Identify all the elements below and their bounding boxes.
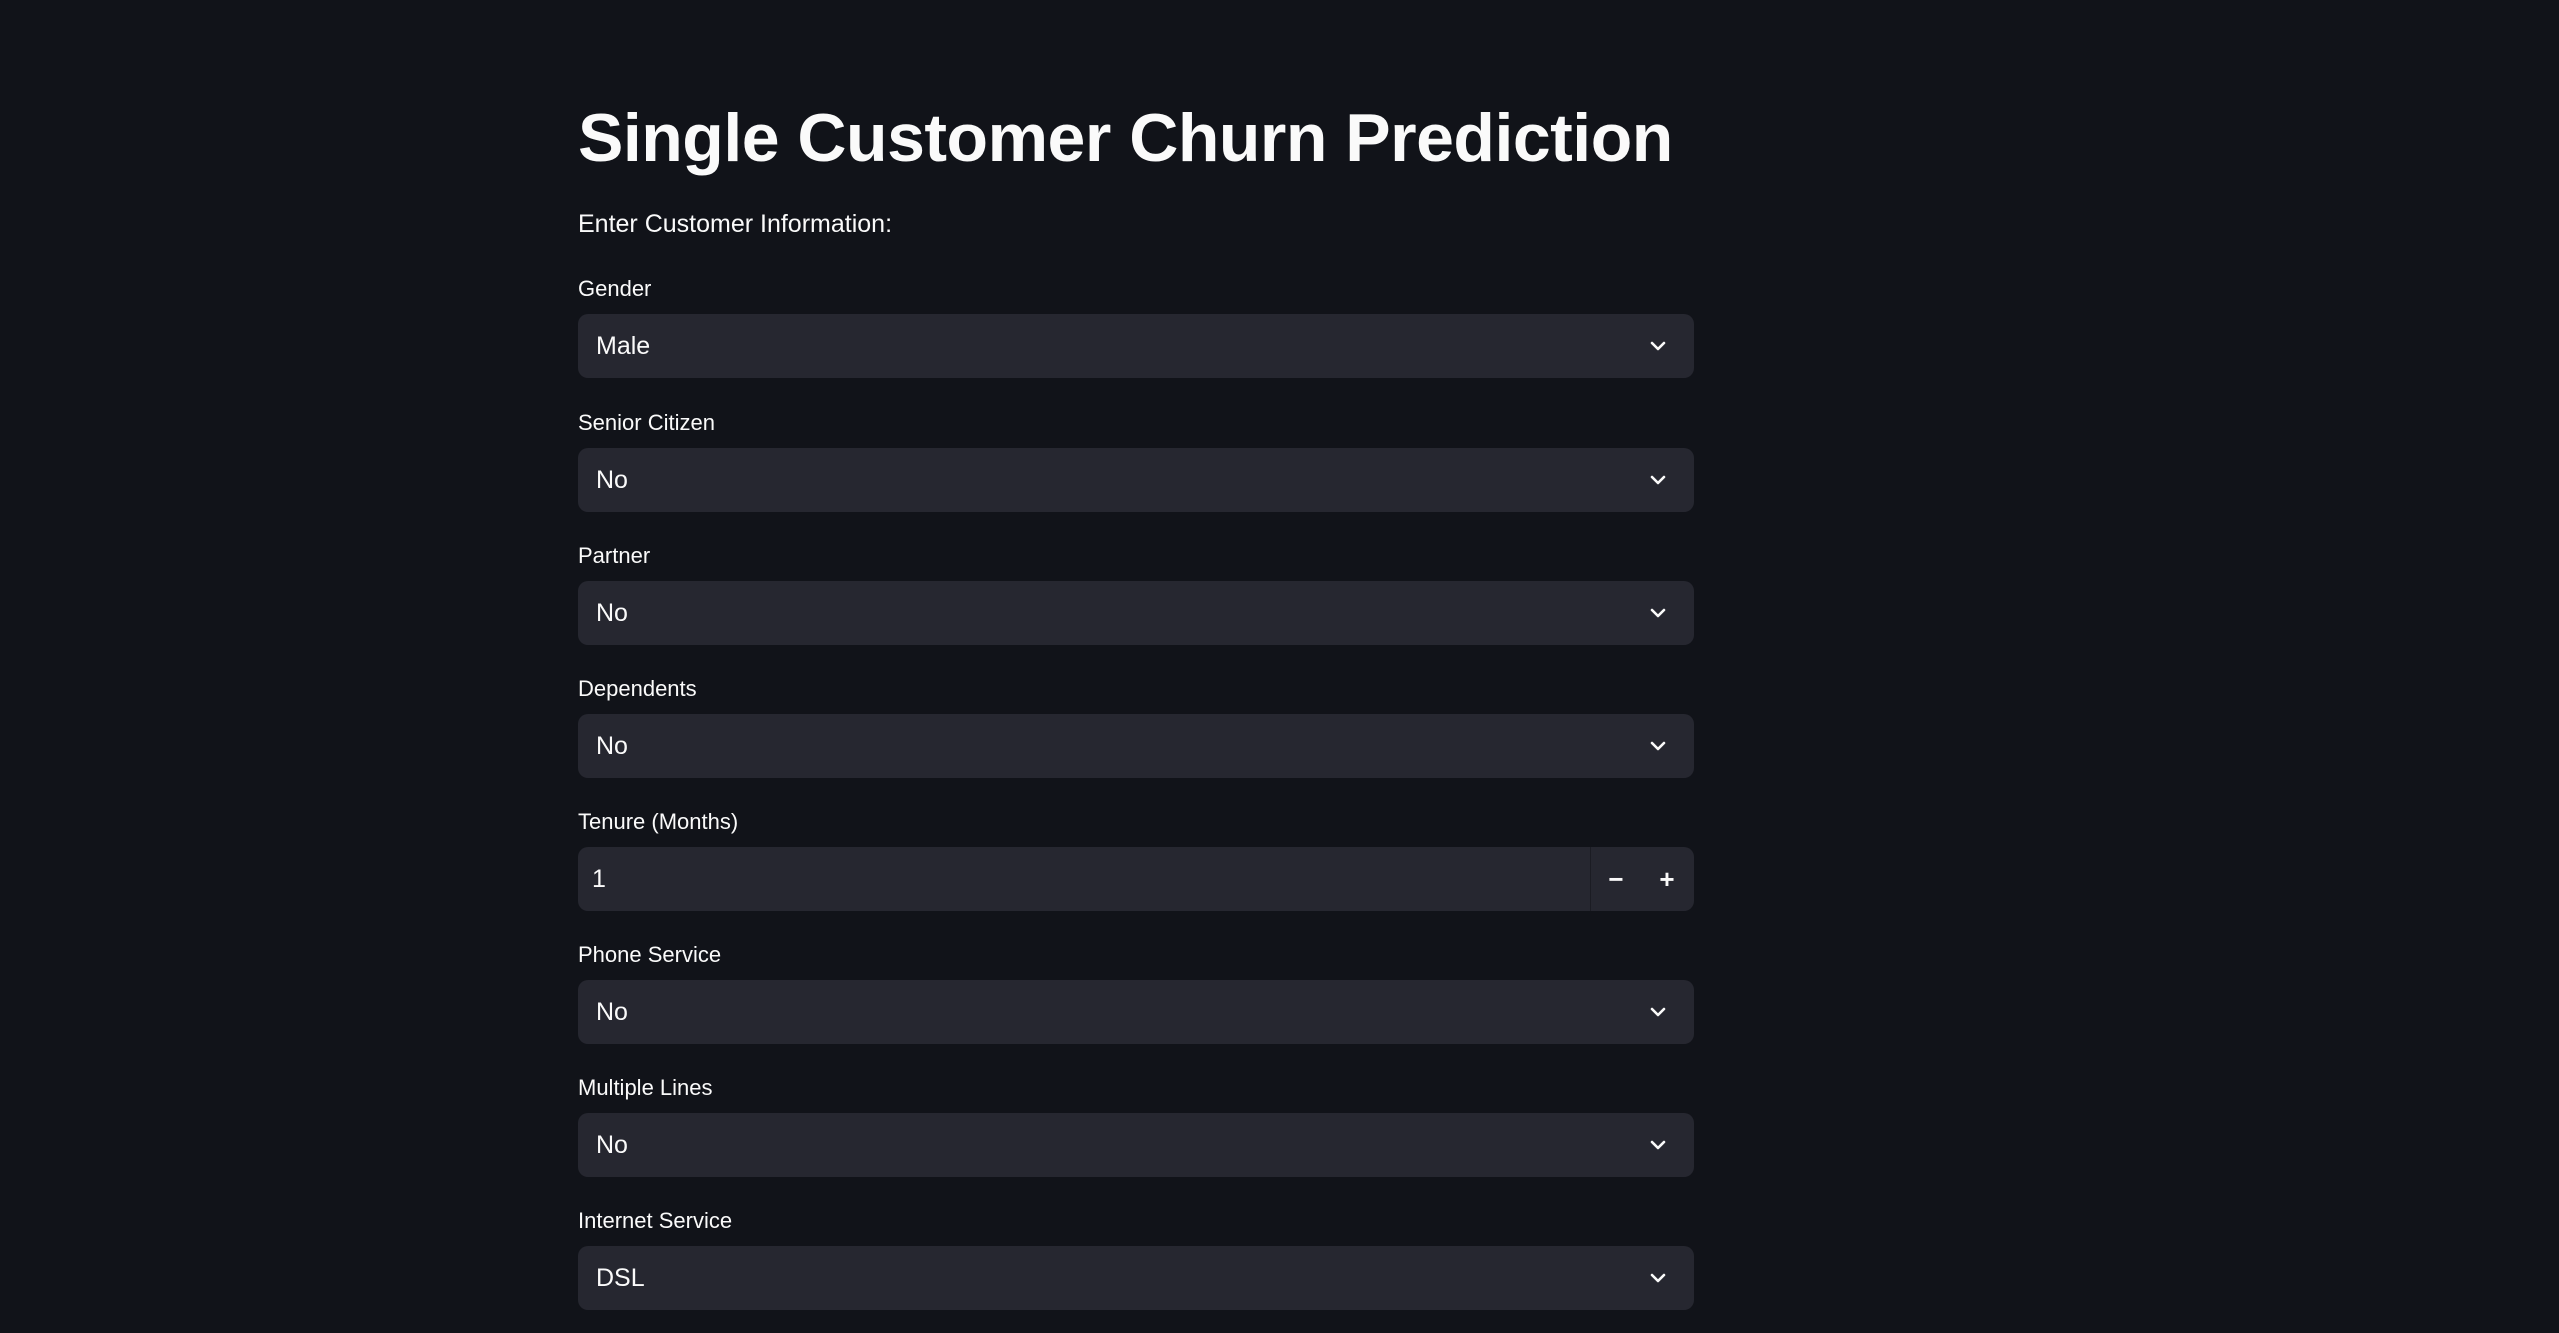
internet-service-select[interactable]: DSL <box>578 1246 1694 1310</box>
chevron-down-icon <box>1650 741 1666 751</box>
chevron-down-icon <box>1650 475 1666 485</box>
multiple-lines-label: Multiple Lines <box>578 1075 713 1100</box>
gender-label: Gender <box>578 276 652 301</box>
internet-service-selected-value: DSL <box>596 1264 645 1292</box>
senior-citizen-select[interactable]: No <box>578 448 1694 512</box>
multiple-lines-field: Multiple Lines No <box>578 1073 1694 1177</box>
gender-select[interactable]: Male <box>578 314 1694 378</box>
phone-service-select[interactable]: No <box>578 980 1694 1044</box>
dependents-select[interactable]: No <box>578 714 1694 778</box>
partner-field: Partner No <box>578 541 1694 645</box>
tenure-input[interactable] <box>578 847 1590 911</box>
gender-field: Gender Male <box>578 274 1694 378</box>
tenure-field: Tenure (Months) − + <box>578 807 1694 911</box>
phone-service-label: Phone Service <box>578 942 722 967</box>
dependents-label: Dependents <box>578 676 697 701</box>
chevron-down-icon <box>1650 608 1666 618</box>
multiple-lines-select[interactable]: No <box>578 1113 1694 1177</box>
multiple-lines-selected-value: No <box>596 1131 628 1159</box>
dependents-selected-value: No <box>596 732 628 760</box>
senior-citizen-field: Senior Citizen No <box>578 408 1694 512</box>
tenure-decrement-button[interactable]: − <box>1590 847 1641 911</box>
partner-label: Partner <box>578 543 651 568</box>
tenure-increment-button[interactable]: + <box>1642 847 1692 911</box>
partner-selected-value: No <box>596 599 628 627</box>
internet-service-field: Internet Service DSL <box>578 1206 1694 1310</box>
app-root: Single Customer Churn Prediction Enter C… <box>0 0 2559 1333</box>
dependents-field: Dependents No <box>578 674 1694 778</box>
chevron-down-icon <box>1650 341 1666 351</box>
tenure-label: Tenure (Months) <box>578 809 739 834</box>
chevron-down-icon <box>1650 1007 1666 1017</box>
phone-service-selected-value: No <box>596 998 628 1026</box>
chevron-down-icon <box>1650 1273 1666 1283</box>
gender-selected-value: Male <box>596 332 651 360</box>
partner-select[interactable]: No <box>578 581 1694 645</box>
senior-citizen-label: Senior Citizen <box>578 410 715 435</box>
page-title: Single Customer Churn Prediction <box>578 100 1673 176</box>
internet-service-label: Internet Service <box>578 1208 733 1233</box>
senior-citizen-selected-value: No <box>596 466 628 494</box>
phone-service-field: Phone Service No <box>578 940 1694 1044</box>
chevron-down-icon <box>1650 1140 1666 1150</box>
form-subheading: Enter Customer Information: <box>578 210 893 238</box>
tenure-number-input: − + <box>578 847 1694 911</box>
